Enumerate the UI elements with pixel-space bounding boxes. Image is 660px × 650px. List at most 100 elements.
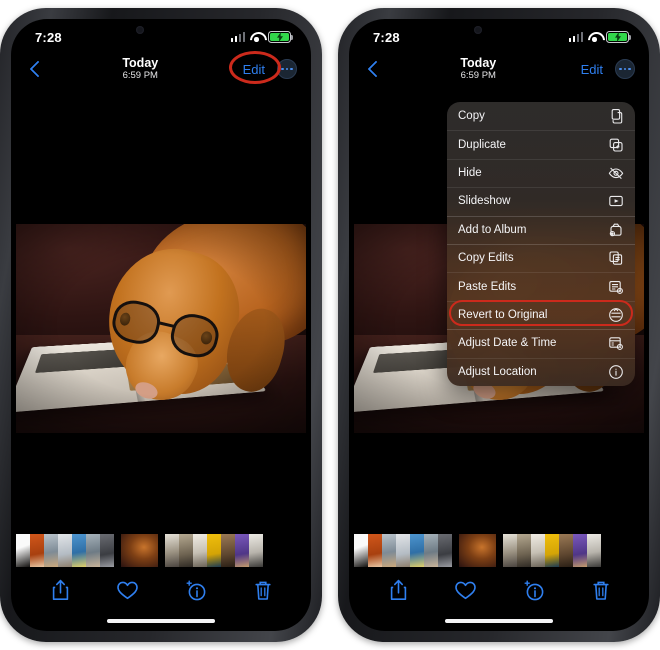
navigation-bar: Today 6:59 PM Edit	[349, 49, 649, 89]
list-item[interactable]	[587, 534, 601, 567]
list-item[interactable]	[165, 534, 179, 567]
list-item[interactable]	[438, 534, 452, 567]
back-chevron-icon[interactable]	[25, 58, 47, 80]
page-subtitle: 6:59 PM	[460, 70, 496, 82]
menu-item-duplicate[interactable]: Duplicate	[447, 130, 635, 158]
list-item[interactable]	[44, 534, 58, 567]
trash-icon[interactable]	[592, 580, 610, 601]
list-item[interactable]	[86, 534, 100, 567]
edit-button[interactable]: Edit	[240, 60, 268, 79]
thumbnail-group-left[interactable]	[354, 534, 452, 567]
menu-item-paste-edits[interactable]: Paste Edits	[447, 272, 635, 300]
cellular-bars-icon	[230, 32, 245, 42]
page-title: Today	[122, 55, 159, 70]
calendar-clock-icon	[609, 337, 623, 351]
list-item[interactable]	[424, 534, 438, 567]
nav-title-block: Today 6:59 PM	[379, 55, 578, 82]
menu-item-add-to-album[interactable]: Add to Album	[447, 215, 635, 244]
menu-item-label: Duplicate	[458, 138, 506, 151]
list-item[interactable]	[58, 534, 72, 567]
menu-item-label: Copy Edits	[458, 252, 514, 265]
menu-item-label: Revert to Original	[458, 308, 548, 321]
list-item[interactable]	[72, 534, 86, 567]
screenshot-stage: 7:28 Today 6:59 PM Edit 7:28 Today 6:59 …	[0, 0, 660, 650]
list-item[interactable]	[16, 534, 30, 567]
thumbnail-group-right[interactable]	[503, 534, 601, 567]
menu-item-label: Copy	[458, 110, 485, 123]
info-sparkle-icon[interactable]	[523, 580, 545, 601]
back-chevron-icon[interactable]	[363, 58, 385, 80]
phone-left: 7:28 Today 6:59 PM Edit	[0, 8, 322, 642]
more-options-icon[interactable]	[615, 59, 635, 79]
thumbnail-group-left[interactable]	[16, 534, 114, 567]
navigation-bar: Today 6:59 PM Edit	[11, 49, 311, 89]
photo-image[interactable]	[16, 224, 306, 433]
menu-item-label: Paste Edits	[458, 280, 517, 293]
nav-actions: Edit	[228, 51, 297, 84]
list-item[interactable]	[179, 534, 193, 567]
charging-bolt-icon	[276, 32, 283, 42]
location-info-icon	[609, 364, 623, 379]
context-menu[interactable]: Copy Duplicate Hide Slideshow Add to Album Co…	[447, 102, 635, 386]
battery-charging-icon	[268, 31, 294, 43]
list-item[interactable]	[354, 534, 368, 567]
list-item[interactable]	[221, 534, 235, 567]
share-icon[interactable]	[51, 579, 70, 601]
page-subtitle: 6:59 PM	[122, 70, 158, 82]
list-item[interactable]	[30, 534, 44, 567]
menu-item-adjust-date-time[interactable]: Adjust Date & Time	[447, 329, 635, 357]
list-item[interactable]	[368, 534, 382, 567]
menu-item-adjust-location[interactable]: Adjust Location	[447, 357, 635, 386]
list-item[interactable]	[559, 534, 573, 567]
list-item[interactable]	[100, 534, 114, 567]
status-indicators	[230, 31, 294, 43]
menu-item-label: Hide	[458, 166, 482, 179]
list-item[interactable]	[193, 534, 207, 567]
page-title: Today	[460, 55, 497, 70]
phone-left-screen: 7:28 Today 6:59 PM Edit	[11, 19, 311, 631]
wifi-icon	[588, 32, 601, 42]
more-options-icon[interactable]	[277, 59, 297, 79]
menu-item-copy[interactable]: Copy	[447, 102, 635, 130]
list-item[interactable]	[410, 534, 424, 567]
nav-actions: Edit	[578, 59, 635, 79]
list-item[interactable]	[531, 534, 545, 567]
share-icon[interactable]	[389, 579, 408, 601]
list-item[interactable]	[396, 534, 410, 567]
photo-viewer	[11, 89, 311, 521]
list-item[interactable]	[382, 534, 396, 567]
phone-right-screen: 7:28 Today 6:59 PM Edit Copy Duplicate H…	[349, 19, 649, 631]
thumbnail-filmstrip[interactable]	[11, 532, 311, 569]
thumbnail-filmstrip[interactable]	[349, 532, 649, 569]
battery-charging-icon	[606, 31, 632, 43]
menu-item-hide[interactable]: Hide	[447, 158, 635, 187]
menu-item-slideshow[interactable]: Slideshow	[447, 187, 635, 215]
edit-button[interactable]: Edit	[578, 60, 606, 79]
thumbnail-group-right[interactable]	[165, 534, 263, 567]
charging-bolt-icon	[614, 32, 621, 42]
info-sparkle-icon[interactable]	[185, 580, 207, 601]
list-item[interactable]	[207, 534, 221, 567]
menu-item-label: Adjust Location	[458, 365, 537, 378]
bottom-toolbar	[349, 573, 649, 607]
trash-icon[interactable]	[254, 580, 272, 601]
status-time: 7:28	[35, 29, 62, 45]
front-camera-icon	[474, 26, 482, 34]
list-item[interactable]	[545, 534, 559, 567]
list-item[interactable]	[249, 534, 263, 567]
list-item-selected[interactable]	[121, 534, 158, 567]
home-indicator	[107, 618, 215, 623]
favorite-heart-icon[interactable]	[116, 581, 138, 600]
menu-item-label: Slideshow	[458, 195, 511, 208]
list-item[interactable]	[517, 534, 531, 567]
revert-icon	[609, 308, 623, 322]
list-item-selected[interactable]	[459, 534, 496, 567]
list-item[interactable]	[573, 534, 587, 567]
front-camera-icon	[136, 26, 144, 34]
copy-edits-icon	[609, 251, 623, 265]
favorite-heart-icon[interactable]	[454, 581, 476, 600]
menu-item-copy-edits[interactable]: Copy Edits	[447, 243, 635, 272]
list-item[interactable]	[503, 534, 517, 567]
list-item[interactable]	[235, 534, 249, 567]
menu-item-revert-to-original[interactable]: Revert to Original	[447, 300, 635, 329]
